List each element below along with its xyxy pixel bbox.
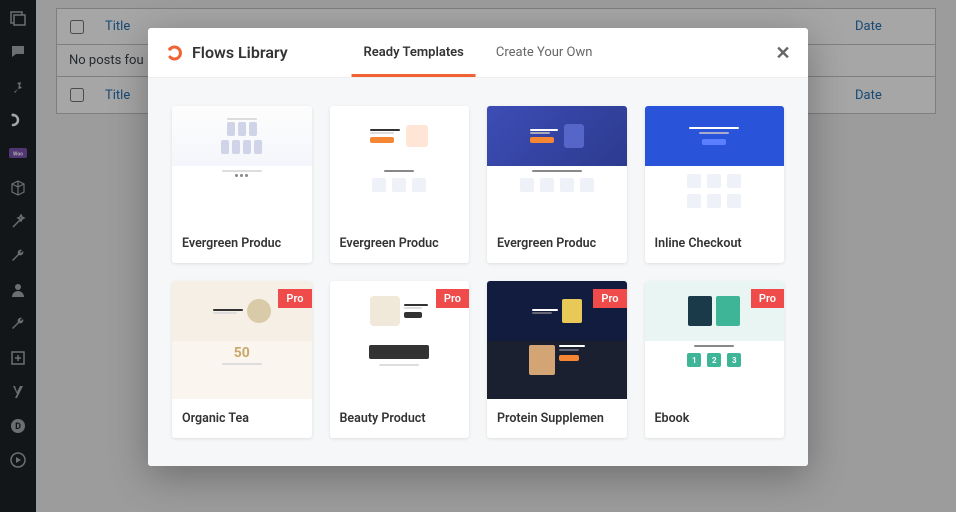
template-card[interactable]: Pro 50 Organic Tea [172, 281, 312, 438]
template-label: Protein Supplemen [487, 399, 627, 438]
template-label: Organic Tea [172, 399, 312, 438]
pro-badge: Pro [436, 289, 469, 308]
flows-library-modal: Flows Library Ready Templates Create You… [148, 28, 808, 466]
template-thumbnail [645, 106, 785, 224]
template-card[interactable]: Pro Protein Supplemen [487, 281, 627, 438]
modal-title: Flows Library [192, 43, 288, 62]
template-card[interactable]: Pro Beauty Product [330, 281, 470, 438]
template-grid: Evergreen Produc Evergreen Produc Evergr… [148, 78, 808, 466]
modal-overlay[interactable]: Flows Library Ready Templates Create You… [0, 0, 956, 512]
template-label: Inline Checkout [645, 224, 785, 263]
modal-tabs: Ready Templates Create Your Own [364, 28, 593, 77]
pro-badge: Pro [278, 289, 311, 308]
template-card[interactable]: Inline Checkout [645, 106, 785, 263]
template-card[interactable]: Evergreen Produc [172, 106, 312, 263]
template-card[interactable]: Evergreen Produc [487, 106, 627, 263]
pro-badge: Pro [593, 289, 626, 308]
cartflows-logo-icon [166, 44, 184, 62]
tab-create-your-own[interactable]: Create Your Own [496, 28, 593, 77]
modal-header: Flows Library Ready Templates Create You… [148, 28, 808, 78]
modal-brand: Flows Library [148, 43, 288, 62]
template-label: Evergreen Produc [487, 224, 627, 263]
pro-badge: Pro [751, 289, 784, 308]
template-label: Beauty Product [330, 399, 470, 438]
template-card[interactable]: Evergreen Produc [330, 106, 470, 263]
template-thumbnail [487, 106, 627, 224]
template-label: Evergreen Produc [330, 224, 470, 263]
tab-ready-templates[interactable]: Ready Templates [364, 28, 464, 77]
template-thumbnail [172, 106, 312, 224]
close-icon[interactable]: ✕ [772, 42, 794, 64]
template-thumbnail [330, 106, 470, 224]
template-label: Evergreen Produc [172, 224, 312, 263]
template-card[interactable]: Pro 123 Ebook [645, 281, 785, 438]
template-label: Ebook [645, 399, 785, 438]
